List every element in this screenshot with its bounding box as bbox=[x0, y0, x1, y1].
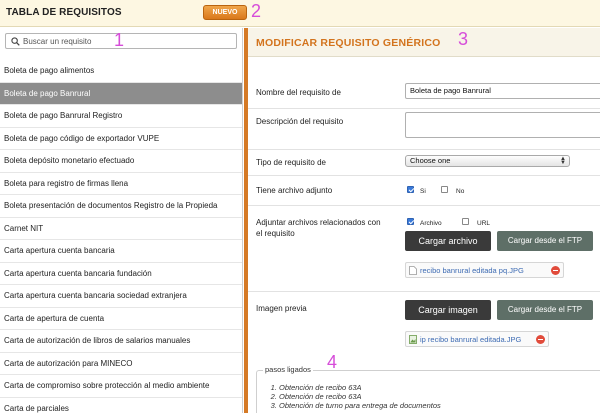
name-label: Nombre del requisito de bbox=[256, 88, 341, 97]
annotation-1: 1 bbox=[114, 30, 125, 50]
annotation-2: 2 bbox=[251, 1, 262, 21]
remove-file-icon[interactable] bbox=[551, 266, 560, 275]
attach-url-checkbox[interactable] bbox=[462, 218, 469, 225]
form-heading: MODIFICAR REQUISITO GENÉRICO bbox=[256, 37, 441, 49]
preview-label: Imagen previa bbox=[256, 304, 307, 313]
image-file-icon bbox=[409, 335, 417, 344]
list-item-selected[interactable]: Boleta de pago Banrural bbox=[0, 82, 242, 105]
attach-label-line2: el requisito bbox=[256, 229, 295, 238]
linked-steps-list: Obtención de recibo 63A Obtención de rec… bbox=[279, 383, 441, 410]
list-item[interactable]: Boleta para registro de firmas llena bbox=[0, 173, 242, 195]
list-item[interactable]: Carnet NIT bbox=[0, 218, 242, 240]
list-item[interactable]: Carta apertura cuenta bancaria bbox=[0, 240, 242, 263]
attach-url-label: URL bbox=[477, 220, 491, 227]
has-file-label: Tiene archivo adjunto bbox=[256, 186, 333, 195]
list-item[interactable]: Boleta depósito monetario efectuado bbox=[0, 150, 242, 173]
divider bbox=[248, 108, 600, 109]
list-item[interactable]: Boleta de pago alimentos bbox=[0, 60, 242, 83]
annotation-3: 3 bbox=[458, 29, 469, 49]
divider bbox=[248, 291, 600, 292]
name-field[interactable]: Boleta de pago Banrural bbox=[405, 83, 600, 99]
edit-form-panel: MODIFICAR REQUISITO GENÉRICO Nombre del … bbox=[248, 28, 600, 413]
linked-step: Obtención de recibo 63A bbox=[279, 392, 441, 401]
list-item[interactable]: Carta de compromiso sobre protección al … bbox=[0, 375, 242, 398]
linked-steps-legend: pasos ligados bbox=[263, 365, 313, 374]
linked-step: Obtención de recibo 63A bbox=[279, 383, 441, 392]
search-placeholder: Buscar un requisito bbox=[23, 37, 92, 46]
divider bbox=[248, 149, 600, 150]
new-button[interactable]: NUEVO bbox=[203, 5, 247, 20]
has-file-no-label: No bbox=[456, 188, 465, 195]
has-file-no-checkbox[interactable] bbox=[441, 186, 448, 193]
remove-preview-icon[interactable] bbox=[536, 335, 545, 344]
attached-file-name[interactable]: recibo banrural editada pq.JPG bbox=[420, 266, 524, 275]
ftp-upload-button-1[interactable]: Cargar desde el FTP bbox=[497, 231, 593, 251]
file-icon bbox=[409, 266, 417, 275]
list-item[interactable]: Boleta de pago Banrural Registro bbox=[0, 105, 242, 128]
list-item[interactable]: Carta de parciales bbox=[0, 398, 242, 413]
has-file-yes-label: Si bbox=[420, 188, 426, 195]
ftp-upload-button-2[interactable]: Cargar desde el FTP bbox=[497, 300, 593, 320]
list-item[interactable]: Carta de autorización para MINECO bbox=[0, 353, 242, 375]
list-item[interactable]: Boleta de pago código de exportador VUPE bbox=[0, 128, 242, 150]
list-item[interactable]: Carta apertura cuenta bancaria sociedad … bbox=[0, 285, 242, 308]
divider bbox=[248, 205, 600, 206]
attached-file: recibo banrural editada pq.JPG bbox=[405, 262, 564, 278]
list-item[interactable]: Carta de autorización de libros de salar… bbox=[0, 330, 242, 353]
list-item[interactable]: Carta apertura cuenta bancaria fundación bbox=[0, 263, 242, 285]
search-icon bbox=[11, 37, 20, 46]
divider bbox=[248, 175, 600, 176]
annotation-4: 4 bbox=[327, 352, 338, 372]
attach-file-label: Archivo bbox=[420, 220, 442, 227]
description-label: Descripción del requisito bbox=[256, 117, 344, 126]
list-item[interactable]: Boleta presentación de documentos Regist… bbox=[0, 195, 242, 218]
description-field[interactable] bbox=[405, 112, 600, 138]
has-file-yes-checkbox[interactable] bbox=[407, 186, 414, 193]
page-title: TABLA DE REQUISITOS bbox=[6, 7, 122, 18]
type-label: Tipo de requisito de bbox=[256, 158, 326, 167]
requirements-list-panel: Buscar un requisito Boleta de pago alime… bbox=[0, 28, 243, 413]
attach-label-line1: Adjuntar archivos relacionados con bbox=[256, 218, 381, 227]
preview-file: ip recibo banrural editada.JPG bbox=[405, 331, 549, 347]
linked-steps-box: pasos ligados Obtención de recibo 63A Ob… bbox=[256, 365, 600, 413]
requirements-list: Boleta de pago alimentos Boleta de pago … bbox=[0, 60, 242, 413]
linked-step: Obtención de turno para entrega de docum… bbox=[279, 401, 441, 410]
upload-image-button[interactable]: Cargar imagen bbox=[405, 300, 491, 320]
attach-label: Adjuntar archivos relacionados con el re… bbox=[256, 217, 381, 239]
upload-file-button[interactable]: Cargar archivo bbox=[405, 231, 491, 251]
type-select-value: Choose one bbox=[410, 156, 451, 165]
attach-file-checkbox[interactable] bbox=[407, 218, 414, 225]
select-arrows-icon: ▲ ▼ bbox=[560, 156, 566, 166]
list-item[interactable]: Carta de apertura de cuenta bbox=[0, 308, 242, 330]
form-header: MODIFICAR REQUISITO GENÉRICO bbox=[248, 28, 600, 57]
preview-file-name[interactable]: ip recibo banrural editada.JPG bbox=[420, 335, 521, 344]
top-bar: TABLA DE REQUISITOS NUEVO bbox=[0, 0, 600, 27]
type-select[interactable]: Choose one ▲ ▼ bbox=[405, 155, 570, 167]
